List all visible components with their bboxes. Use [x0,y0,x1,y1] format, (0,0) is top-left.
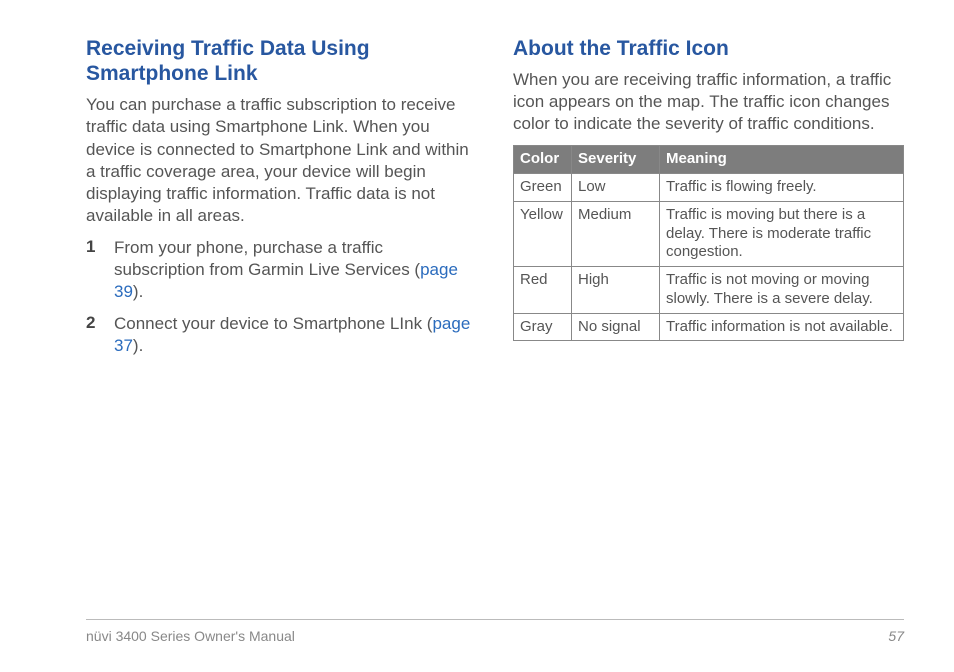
step-text-post: ). [133,336,143,355]
step-text-pre: Connect your device to Smartphone LInk ( [114,314,432,333]
cell-severity: No signal [572,313,660,341]
page-content: Receiving Traffic Data Using Smartphone … [86,36,904,367]
cell-severity: Low [572,174,660,202]
cell-meaning: Traffic information is not available. [660,313,904,341]
table-row: Red High Traffic is not moving or moving… [514,267,904,314]
cell-color: Red [514,267,572,314]
step-number: 2 [86,313,114,333]
step-number: 1 [86,237,114,257]
section-heading-smartphone-link: Receiving Traffic Data Using Smartphone … [86,36,477,86]
table-header-row: Color Severity Meaning [514,146,904,174]
footer-manual-title: nüvi 3400 Series Owner's Manual [86,628,295,644]
step-list: 1 From your phone, purchase a traffic su… [86,237,477,357]
smartphone-link-paragraph: You can purchase a traffic subscription … [86,94,477,227]
step-text: Connect your device to Smartphone LInk (… [114,313,477,357]
page-footer: nüvi 3400 Series Owner's Manual 57 [86,619,904,644]
table-header-color: Color [514,146,572,174]
table-row: Green Low Traffic is flowing freely. [514,174,904,202]
traffic-icon-paragraph: When you are receiving traffic informati… [513,69,904,135]
cell-meaning: Traffic is flowing freely. [660,174,904,202]
table-row: Yellow Medium Traffic is moving but ther… [514,201,904,266]
cell-severity: Medium [572,201,660,266]
cell-severity: High [572,267,660,314]
step-item: 1 From your phone, purchase a traffic su… [86,237,477,303]
table-header-meaning: Meaning [660,146,904,174]
table-header-severity: Severity [572,146,660,174]
cell-color: Green [514,174,572,202]
cell-color: Gray [514,313,572,341]
right-column: About the Traffic Icon When you are rece… [513,36,904,367]
cell-meaning: Traffic is moving but there is a delay. … [660,201,904,266]
left-column: Receiving Traffic Data Using Smartphone … [86,36,477,367]
step-text-post: ). [133,282,143,301]
section-heading-traffic-icon: About the Traffic Icon [513,36,904,61]
traffic-color-table: Color Severity Meaning Green Low Traffic… [513,145,904,341]
step-item: 2 Connect your device to Smartphone LInk… [86,313,477,357]
step-text-pre: From your phone, purchase a traffic subs… [114,238,420,279]
cell-meaning: Traffic is not moving or moving slowly. … [660,267,904,314]
cell-color: Yellow [514,201,572,266]
step-text: From your phone, purchase a traffic subs… [114,237,477,303]
footer-page-number: 57 [888,628,904,644]
table-row: Gray No signal Traffic information is no… [514,313,904,341]
